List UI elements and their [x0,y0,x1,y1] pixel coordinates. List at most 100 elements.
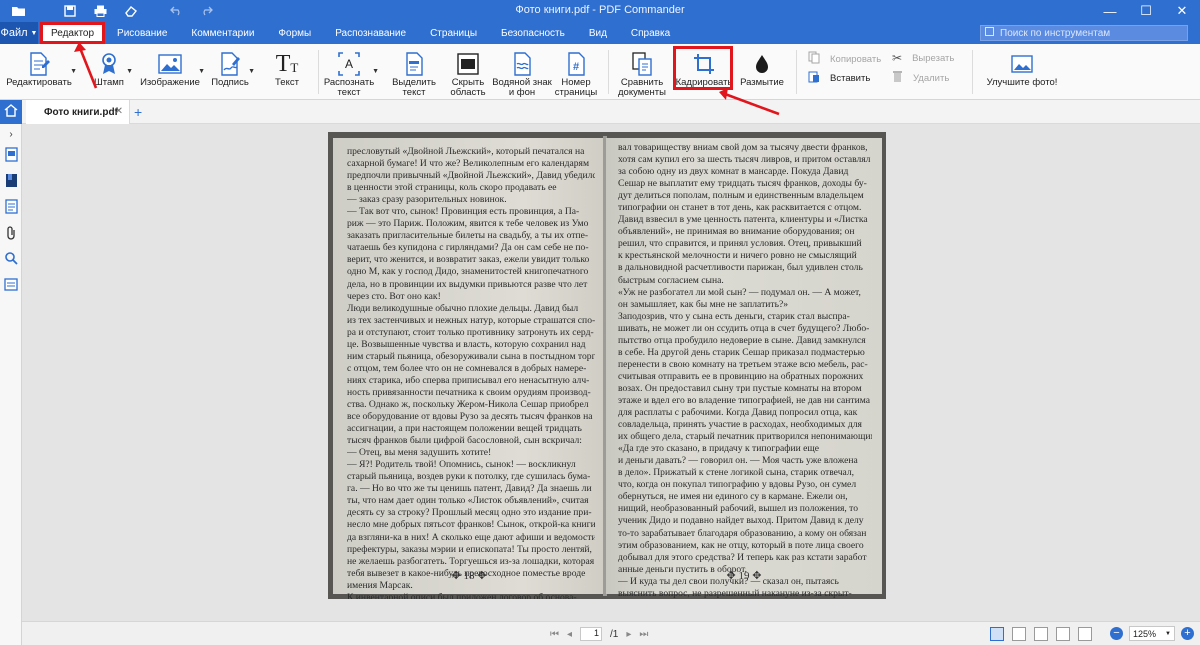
menu-recognition[interactable]: Распознавание [323,22,418,44]
chevron-right-icon[interactable]: › [3,126,19,142]
home-button[interactable] [0,100,22,124]
minimize-button[interactable]: — [1092,0,1128,22]
text-line: этим образованием, как не отцу, который … [618,539,864,551]
close-button[interactable]: ✕ [1164,0,1200,22]
text-line: чатаешь без купидона с гирляндами? Да он… [347,242,589,254]
ocr-icon: A [338,50,360,78]
compare-docs-button[interactable]: Сравнить документы [616,44,668,100]
paste-button[interactable]: Вставить [808,70,870,86]
next-page-icon[interactable]: ▸ [626,629,631,640]
delete-label: Удалить [913,72,950,84]
paste-icon [808,70,820,86]
cut-button[interactable]: ✂ Вырезать [892,51,954,65]
zoom-out-button[interactable]: − [1110,627,1123,640]
thumbnails-icon[interactable] [3,146,19,162]
window-title: Фото книги.pdf - PDF Commander [515,4,685,16]
ribbon-separator [608,50,609,94]
prev-page-icon[interactable]: ◂ [567,629,572,640]
status-bar: ⏮ ◂ 1 /1 ▸ ⏭ − 125% ▼ + [22,621,1200,645]
chevron-down-icon[interactable]: ▼ [70,68,77,75]
menu-security[interactable]: Безопасность [489,22,577,44]
text-line: все оборудование от вдовы Рузо за десять… [347,411,593,423]
chevron-down-icon[interactable]: ▼ [248,68,255,75]
bookmark-icon[interactable] [3,172,19,188]
chevron-down-icon[interactable]: ▼ [372,68,379,75]
search-icon[interactable] [3,250,19,266]
image-icon [158,50,182,78]
menu-pages[interactable]: Страницы [418,22,489,44]
text-line: совладельца, принять участие в расходах,… [618,419,862,431]
tool-search-input[interactable]: Поиск по инструментам [980,25,1188,41]
chevron-down-icon[interactable]: ▼ [198,68,205,75]
text-line: одно М, как у господ Дидо, знаменитостей… [347,266,589,278]
document-viewport[interactable]: пресловутый «Двойной Льежский», который … [22,124,1200,621]
edit-button[interactable]: Редактировать ▼ [6,44,77,100]
crop-highlight-frame [673,46,733,90]
zoom-select[interactable]: 125% ▼ [1129,626,1175,641]
single-page-view-icon[interactable] [990,627,1004,641]
text-line: для расплаты с рабочими. Когда Давид поп… [618,407,858,419]
text-line: — Я?! Родитель твой! Опомнись, сынок! — … [347,459,576,471]
last-page-icon[interactable]: ⏭ [639,629,648,640]
add-tab-icon[interactable]: + [134,104,142,120]
text-line: считывая отправить ее в провинцию на обр… [618,370,864,382]
menu-comments[interactable]: Комментарии [179,22,266,44]
fit-width-icon[interactable] [1078,627,1092,641]
page-number-input[interactable]: 1 [580,627,603,641]
menu-file[interactable]: Файл ▼ [0,22,38,44]
menu-help[interactable]: Справка [619,22,682,44]
chevron-down-icon: ▼ [30,29,38,37]
text-line: шивать, не может ли он ссудить отца в сч… [618,322,870,334]
recognize-text-button[interactable]: A Распознать текст ▼ [324,44,379,100]
stamp-button[interactable]: Штамп ▼ [92,44,133,100]
document-tab-label: Фото книги.pdf [44,106,118,118]
scissors-icon: ✂ [892,51,903,65]
image-button[interactable]: Изображение ▼ [140,44,205,100]
text-line: К инвентарной описи был приложен договор… [347,591,577,599]
watermark-button[interactable]: Водяной знак и фон [492,44,552,100]
zoom-in-button[interactable]: + [1181,627,1194,640]
hide-area-button[interactable]: Скрыть область [448,44,488,100]
text-line: с отцом, тем более что он не сомневался … [347,362,587,374]
menu-forms[interactable]: Формы [266,22,323,44]
signature-button[interactable]: Подпись ▼ [211,44,255,100]
menu-editor[interactable]: Редактор [40,22,106,44]
blur-button[interactable]: Размытие [740,44,784,100]
copy-button[interactable]: Копировать [808,51,881,67]
menu-drawing[interactable]: Рисование [105,22,179,44]
two-page-continuous-icon[interactable] [1056,627,1070,641]
text-line: этаже и вдел его во владение типографией… [618,394,870,406]
delete-button[interactable]: Удалить [892,70,949,86]
document-tab[interactable]: Фото книги.pdf ✕ [26,100,130,124]
text-line: за собою одну из двух комнат в мансарде.… [618,166,849,178]
text-line: типографии он станет в тот день, как рас… [618,202,862,214]
menu-file-label: Файл [0,27,28,39]
text-line: дела, но в провинции их выдумки привьютс… [347,278,588,290]
text-button[interactable]: TT Текст [272,44,302,100]
text-line: ученик Дидо и подавно найдет выход. Прит… [618,515,864,527]
chevron-down-icon[interactable]: ▼ [126,68,133,75]
continuous-view-icon[interactable] [1012,627,1026,641]
menu-view[interactable]: Вид [577,22,619,44]
text-line: решил, что справится, и принял условия. … [618,238,862,250]
ribbon-separator [796,50,797,94]
cut-label: Вырезать [912,52,955,64]
two-page-view-icon[interactable] [1034,627,1048,641]
first-page-icon[interactable]: ⏮ [550,629,559,640]
attachment-icon[interactable] [3,224,19,240]
pages-icon[interactable] [3,198,19,214]
layers-icon[interactable] [3,276,19,292]
text-line: ты, что нам дает один только «Листок объ… [347,495,589,507]
stamp-label: Штамп [94,77,124,88]
improve-photo-button[interactable]: Улучшите фото! [987,44,1057,100]
select-text-button[interactable]: Выделить текст [392,44,436,100]
page-text-right: вал товариществу вниам свой дом за тысяч… [618,142,872,599]
text-line: нищий, необразованный рабочий, вышел из … [618,503,859,515]
maximize-button[interactable]: ☐ [1128,0,1164,22]
select-text-label-2: текст [402,87,426,98]
left-sidebar: › [0,100,22,645]
page-number-button[interactable]: # Номер страницы [555,44,597,100]
close-tab-icon[interactable]: ✕ [115,106,123,117]
pdf-page[interactable]: пресловутый «Двойной Льежский», который … [328,132,886,599]
text-line: пресловутый «Двойной Льежский», который … [347,146,585,157]
